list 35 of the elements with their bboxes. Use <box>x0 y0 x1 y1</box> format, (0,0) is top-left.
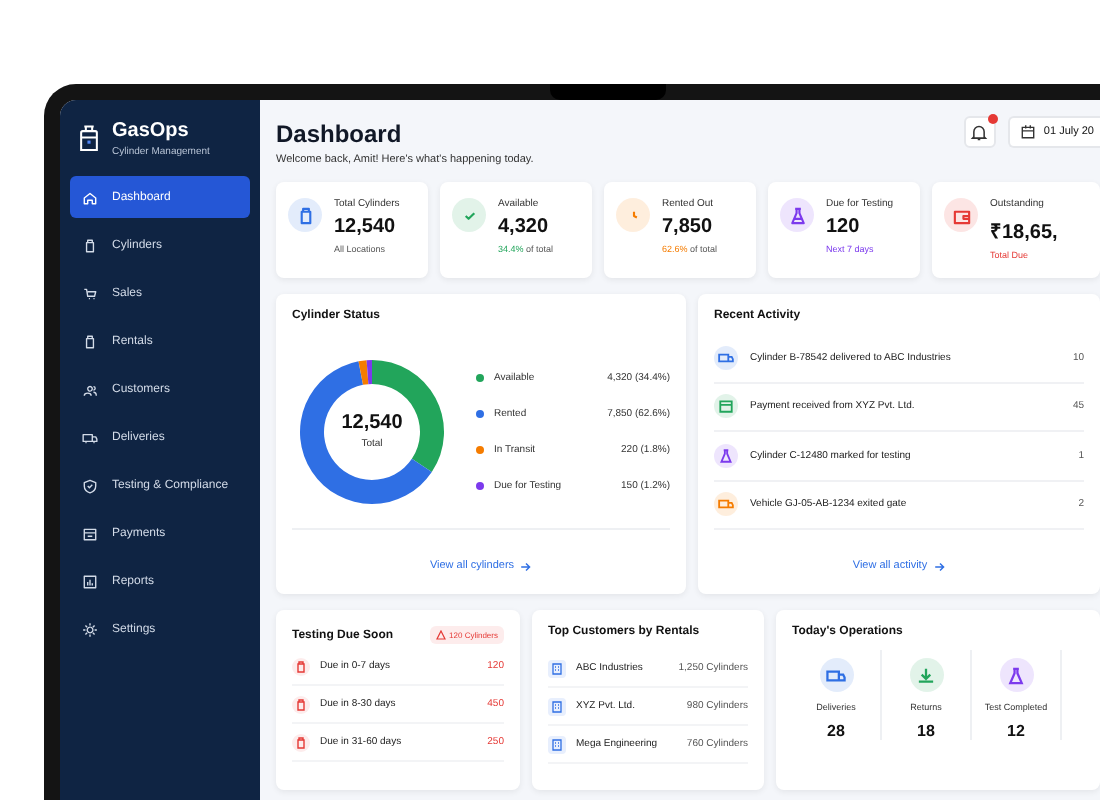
brand-name: GasOps <box>112 120 191 142</box>
truck-icon <box>82 429 98 445</box>
cylinder-icon <box>292 733 310 751</box>
cylinder-logo-icon <box>78 124 100 154</box>
gear-icon <box>82 621 98 637</box>
operation-count: 18 <box>917 722 935 740</box>
home-icon <box>82 189 98 205</box>
camera-notch <box>550 84 666 100</box>
cart-icon <box>82 285 98 301</box>
stat-value: 12,540 <box>334 216 398 238</box>
building-icon <box>548 659 566 677</box>
shield-icon <box>82 477 98 493</box>
cylinder-icon <box>292 695 310 713</box>
notifications-button[interactable] <box>963 116 996 148</box>
notification-dot <box>987 114 998 124</box>
page-title: Dashboard <box>276 120 404 148</box>
cylinder-icon <box>82 333 98 349</box>
arrow-icon <box>520 561 533 571</box>
cylinder-icon <box>292 657 310 675</box>
stat-value: 120 <box>826 216 862 238</box>
users-icon <box>82 381 98 397</box>
receipt-icon <box>82 525 98 541</box>
donut-total: 12,540 <box>341 412 403 434</box>
stat-value: 7,850 <box>662 216 715 238</box>
stat-value: 4,320 <box>498 216 551 238</box>
chart-icon <box>82 573 98 589</box>
bell-icon <box>970 123 989 141</box>
operation-count: 28 <box>827 722 845 740</box>
building-icon <box>548 697 566 715</box>
building-icon <box>548 735 566 753</box>
calendar-icon <box>1019 124 1036 140</box>
cylinder-icon <box>82 237 98 253</box>
operation-count: 12 <box>1007 722 1025 740</box>
arrow-icon <box>933 561 946 571</box>
stat-value: ₹18,65, <box>990 220 1058 244</box>
